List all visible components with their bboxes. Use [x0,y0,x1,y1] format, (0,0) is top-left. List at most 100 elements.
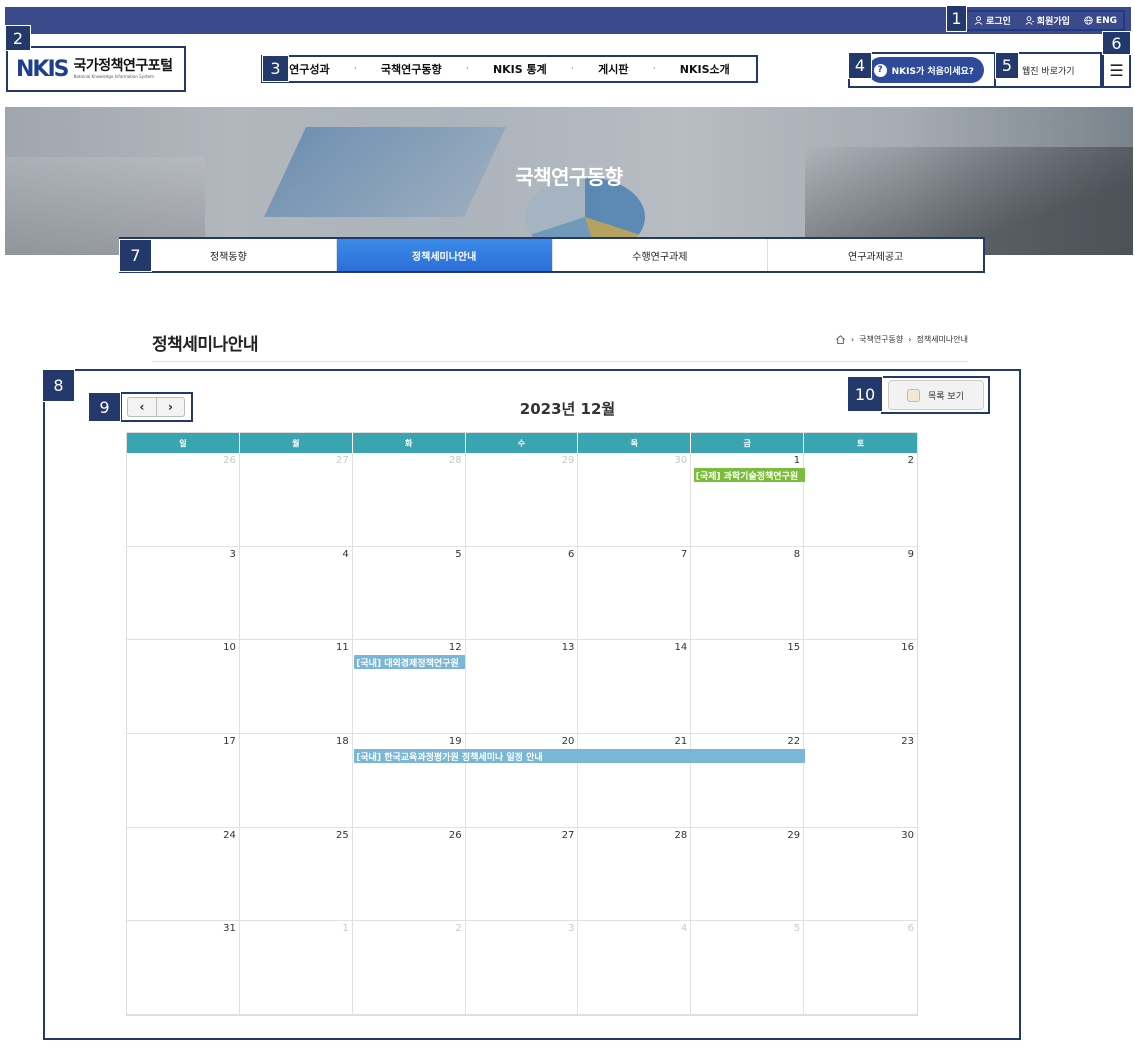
day-number: 8 [793,548,801,560]
title-divider [152,361,968,362]
seminar-event[interactable]: [국내] 대외경제정책연구원 [354,655,466,670]
tab-policy-trends[interactable]: 정책동향 [121,239,337,271]
seminar-event[interactable]: [국내] 한국교육과정평가원 정책세미나 일정 안내 [354,749,805,764]
calendar-day-cell[interactable]: 27 [239,453,353,547]
day-number: 20 [561,736,575,748]
globe-icon [1084,16,1093,25]
day-number: 1 [793,455,801,466]
calendar-day-cell[interactable]: 28 [578,827,692,922]
language-link[interactable]: ENG [1084,16,1117,26]
calendar-day-cell[interactable]: 8 [691,546,805,641]
calendar-day-cell[interactable]: 24 [127,827,240,922]
calendar-day-cell[interactable]: 25 [239,827,353,922]
home-icon[interactable] [835,334,846,345]
day-number: 27 [561,829,575,841]
calendar-day-cell[interactable]: 28 [352,453,466,547]
tab-ongoing-projects[interactable]: 수행연구과제 [553,239,769,271]
day-number: 28 [448,455,462,466]
gnb-item-statistics[interactable]: NKIS 통계 [493,61,547,77]
marker-badge: 8 [42,369,75,402]
calendar-day-cell[interactable]: 30 [804,828,917,922]
day-number: 3 [229,548,236,560]
breadcrumb-separator: › [908,335,912,344]
day-number: 5 [455,548,462,560]
gnb-item-research[interactable]: 연구성과 [289,61,329,77]
utility-menu: 로그인 회원가입 ENG [959,10,1125,31]
calendar-day-cell[interactable]: 3 [465,921,579,1016]
calendar-day-cell[interactable]: 1 [239,921,353,1016]
calendar-day-cell[interactable]: 2 [804,453,917,547]
tab-policy-seminar[interactable]: 정책세미나안내 [336,239,553,271]
calendar-day-cell[interactable]: 23 [804,734,917,828]
calendar-day-cell[interactable]: 29 [465,453,579,547]
seminar-event[interactable]: [국제] 과학기술정책연구원 [693,468,805,482]
signup-link[interactable]: 회원가입 [1025,14,1070,27]
calendar-day-cell[interactable]: 7 [578,546,692,641]
calendar-day-cell[interactable]: 17 [127,734,240,828]
calendar-day-cell[interactable]: 6 [804,921,917,1016]
breadcrumb-item[interactable]: 정책세미나안내 [916,334,968,345]
gnb-item-about[interactable]: NKIS소개 [680,61,730,77]
day-number: 31 [223,923,236,935]
logo-subtitle: National Knowledge Information System [73,74,155,79]
calendar-day-cell[interactable]: 16 [804,640,917,735]
day-number: 14 [674,642,688,654]
calendar-day-cell[interactable]: 26 [127,453,240,547]
calendar-day-cell[interactable]: 14 [578,640,692,735]
day-number: 7 [680,548,688,560]
day-number: 12 [448,642,462,654]
login-link[interactable]: 로그인 [974,14,1011,27]
calendar-day-cell[interactable]: 5 [352,546,466,641]
calendar-day-cell[interactable]: 10 [127,640,240,735]
site-logo[interactable]: NKIS 국가정책연구포털 National Knowledge Informa… [6,46,186,92]
day-number: 4 [680,923,688,935]
day-number: 15 [787,642,801,654]
day-number: 19 [448,736,462,748]
tab-project-notices[interactable]: 연구과제공고 [768,239,983,271]
weekday-sat: 토 [804,433,917,453]
gnb-item-board[interactable]: 게시판 [598,61,628,77]
calendar-day-cell[interactable]: 31 [127,921,240,1016]
language-label: ENG [1095,15,1117,26]
list-view-area: 목록 보기 [881,376,990,414]
calendar-day-cell[interactable]: 5 [691,921,805,1016]
day-number: 5 [793,923,801,935]
calendar-day-cell[interactable]: 6 [465,546,579,641]
weekday-mon: 월 [239,433,353,453]
sub-tabs: 정책동향 정책세미나안내 수행연구과제 연구과제공고 [119,237,985,273]
calendar-day-cell[interactable]: 27 [465,827,579,922]
gnb-item-trends[interactable]: 국책연구동향 [381,61,442,77]
calendar-day-cell[interactable]: 18 [239,734,353,828]
weekday-sun: 일 [127,433,240,453]
logo-mark: NKIS [16,56,69,82]
calendar-day-cell[interactable]: 9 [804,547,917,641]
day-number: 11 [335,642,349,654]
day-number: 3 [568,923,575,935]
calendar-day-cell[interactable]: 30 [578,453,692,547]
weekday-tue: 화 [352,433,466,453]
gnb-separator: · [465,64,469,74]
first-visit-button[interactable]: ? NKIS가 처음이세요? [867,57,984,83]
day-number: 28 [674,829,688,841]
list-view-button[interactable]: 목록 보기 [887,380,984,410]
hamburger-menu-button[interactable]: ☰ [1102,52,1131,88]
calendar-day-cell[interactable]: 2 [352,921,466,1016]
marker-badge: 10 [847,376,883,412]
user-icon [974,16,983,25]
hero-banner: 국책연구동향 [5,107,1133,255]
day-number: 9 [907,548,914,560]
marker-badge: 2 [5,25,31,51]
calendar-day-cell[interactable]: 4 [239,546,353,641]
calendar-day-cell[interactable]: 4 [578,921,692,1016]
day-number: 22 [787,736,801,748]
breadcrumb-item[interactable]: 국책연구동향 [859,334,903,345]
day-number: 26 [223,455,236,466]
calendar-day-cell[interactable]: 15 [691,640,805,735]
calendar-day-cell[interactable]: 26 [352,827,466,922]
calendar-day-cell[interactable]: 29 [691,827,805,922]
calendar-day-cell[interactable]: 11 [239,640,353,735]
calendar-day-cell[interactable]: 13 [465,640,579,735]
calendar-days: 26 27 28 29 30 1 2 3 4 5 6 7 8 9 10 11 12 13 14 15 16 17 18 19 2… [127,453,917,1016]
day-number: 1 [342,923,349,935]
calendar-day-cell[interactable]: 3 [127,546,240,641]
